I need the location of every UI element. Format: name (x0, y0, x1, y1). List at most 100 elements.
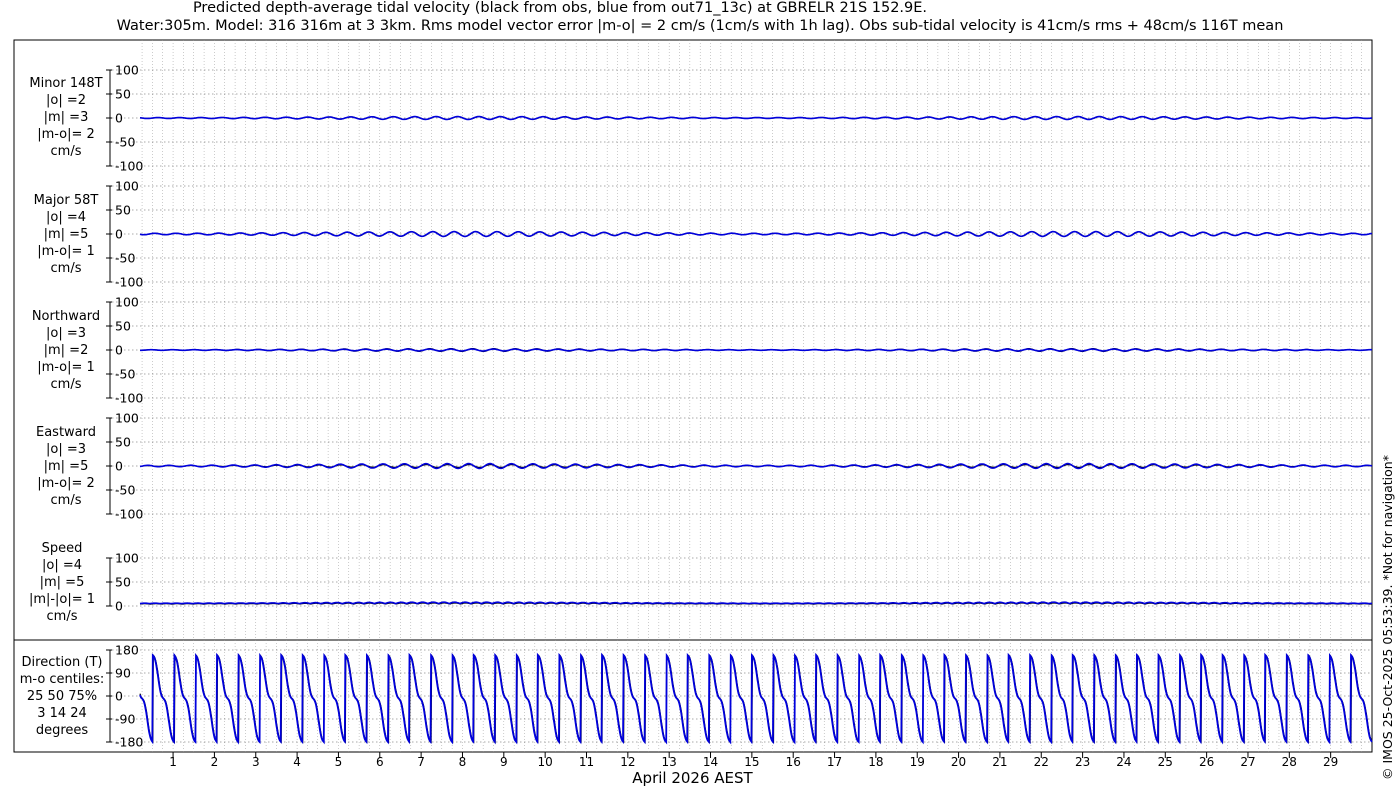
panel-label-speed-line: cm/s (46, 609, 78, 624)
copyright-notice: © IMOS 25-Oct-2025 05:53:39. *Not for na… (1380, 455, 1395, 780)
panel-label-speed-line: |m|-|o|= 1 (28, 592, 96, 607)
panel-label-eastward: Eastward |o| =3 |m| =5 |m-o|= 2 cm/s (18, 424, 114, 509)
y-tick-label: -100 (115, 507, 143, 522)
panel-label-minor-line: |m-o|= 2 (37, 127, 95, 142)
panel-label-minor-line: |o| =2 (45, 93, 86, 108)
panel-label-direction-line: Direction (T) (21, 655, 103, 670)
chart-canvas: 100500-50-100100500-50-100100500-50-1001… (13, 39, 1373, 769)
upper-frame (13, 39, 1373, 641)
x-tick-label: 19 (910, 755, 925, 769)
y-tick-label: 100 (115, 551, 139, 566)
x-tick-label: 15 (744, 755, 759, 769)
y-tick-label: 100 (115, 295, 139, 310)
y-tick-label: -100 (115, 159, 143, 174)
x-tick-label: 8 (459, 755, 467, 769)
y-tick-label: -90 (115, 712, 135, 727)
panel-label-minor-line: |m| =3 (43, 110, 89, 125)
panel-label-direction-line: 25 50 75% (26, 689, 98, 704)
panel-label-eastward-line: Eastward (35, 425, 97, 440)
x-tick-label: 28 (1282, 755, 1297, 769)
panel-label-speed-line: |o| =4 (41, 558, 82, 573)
panel-label-northward-line: cm/s (50, 377, 82, 392)
x-tick-label: 14 (703, 755, 718, 769)
y-tick-label: 100 (115, 63, 139, 78)
y-tick-label: 50 (115, 319, 131, 334)
x-tick-label: 12 (620, 755, 635, 769)
y-tick-label: -180 (115, 735, 143, 750)
x-tick-label: 3 (252, 755, 260, 769)
model-series-line (139, 115, 1373, 121)
x-tick-label: 1 (169, 755, 177, 769)
y-tick-label: 0 (115, 689, 123, 704)
x-tick-label: 11 (579, 755, 594, 769)
panel-label-major-line: |o| =4 (45, 210, 86, 225)
panel-label-northward: Northward |o| =3 |m| =2 |m-o|= 1 cm/s (18, 308, 114, 393)
x-tick-label: 5 (335, 755, 343, 769)
x-tick-label: 29 (1323, 755, 1338, 769)
y-tick-label: 0 (115, 227, 123, 242)
x-axis-label: April 2026 AEST (632, 769, 753, 787)
panel-label-direction-line: 3 14 24 (37, 706, 87, 721)
panel-label-direction-line: degrees (35, 723, 89, 738)
y-tick-label: 50 (115, 575, 131, 590)
panel-label-speed-line: Speed (41, 541, 83, 556)
y-tick-label: 100 (115, 179, 139, 194)
panel-label-eastward-line: |m-o|= 2 (37, 476, 95, 491)
panel-label-eastward-line: |o| =3 (45, 442, 86, 457)
x-tick-label: 22 (1034, 755, 1049, 769)
model-series-line (140, 348, 1372, 352)
panel-label-major-line: cm/s (50, 261, 82, 276)
panel-label-major-line: |m| =5 (43, 227, 89, 242)
panel-label-northward-line: |o| =3 (45, 326, 86, 341)
y-tick-label: 50 (115, 87, 131, 102)
y-tick-label: 0 (115, 343, 123, 358)
x-tick-label: 18 (868, 755, 883, 769)
model-direction-line (139, 652, 1373, 745)
model-series-line (139, 462, 1373, 470)
panel-label-direction: Direction (T) m-o centiles: 25 50 75% 3 … (14, 654, 110, 739)
panel-label-northward-line: |m-o|= 1 (37, 360, 95, 375)
y-tick-label: 0 (115, 459, 123, 474)
y-tick-label: -50 (115, 135, 135, 150)
x-tick-label: 4 (293, 755, 301, 769)
x-tick-label: 27 (1240, 755, 1255, 769)
x-tick-label: 13 (662, 755, 677, 769)
model-series-line (139, 601, 1373, 605)
x-tick-label: 20 (951, 755, 966, 769)
y-tick-label: 100 (115, 411, 139, 426)
y-tick-label: -50 (115, 483, 135, 498)
x-tick-label: 2 (211, 755, 219, 769)
panel-label-minor-line: cm/s (50, 144, 82, 159)
panel-label-eastward-line: |m| =5 (43, 459, 89, 474)
panel-label-direction-line: m-o centiles: (19, 672, 105, 687)
y-tick-label: -50 (115, 367, 135, 382)
y-tick-label: 180 (115, 643, 139, 658)
x-tick-label: 24 (1116, 755, 1131, 769)
panel-label-northward-line: |m| =2 (43, 343, 89, 358)
y-tick-label: 50 (115, 435, 131, 450)
panel-label-eastward-line: cm/s (50, 493, 82, 508)
y-tick-label: 0 (115, 599, 123, 614)
y-tick-label: -50 (115, 251, 135, 266)
x-tick-label: 10 (538, 755, 553, 769)
x-tick-label: 7 (417, 755, 425, 769)
y-tick-label: 0 (115, 111, 123, 126)
x-tick-label: 26 (1199, 755, 1214, 769)
y-tick-label: -100 (115, 275, 143, 290)
panel-label-northward-line: Northward (31, 309, 101, 324)
panel-label-minor-line: Minor 148T (29, 76, 103, 91)
x-tick-label: 6 (376, 755, 384, 769)
panel-label-major-line: |m-o|= 1 (37, 244, 95, 259)
x-tick-label: 16 (786, 755, 801, 769)
panel-label-minor: Minor 148T |o| =2 |m| =3 |m-o|= 2 cm/s (18, 75, 114, 160)
y-tick-label: 50 (115, 203, 131, 218)
x-tick-label: 21 (992, 755, 1007, 769)
y-tick-label: -100 (115, 391, 143, 406)
panel-label-speed: Speed |o| =4 |m| =5 |m|-|o|= 1 cm/s (14, 540, 110, 625)
x-tick-label: 17 (827, 755, 842, 769)
panel-label-major-line: Major 58T (33, 193, 99, 208)
panel-label-major: Major 58T |o| =4 |m| =5 |m-o|= 1 cm/s (18, 192, 114, 277)
x-tick-label: 9 (500, 755, 508, 769)
y-tick-label: 90 (115, 666, 131, 681)
x-tick-label: 25 (1158, 755, 1173, 769)
